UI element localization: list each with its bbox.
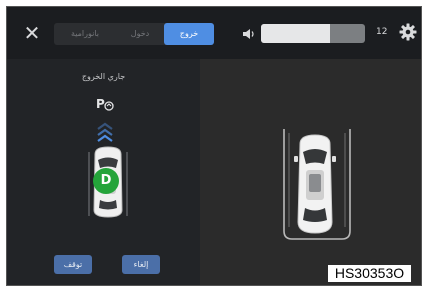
stop-button[interactable]: توقف — [54, 255, 92, 274]
tab-panoramic[interactable]: بانورامية — [54, 23, 116, 45]
tab-park-out[interactable]: خروج — [164, 23, 214, 45]
parking-screen: ✕ بانورامية دخول خروج 12 جاري الخروج P D… — [6, 6, 422, 286]
volume-value: 12 — [376, 27, 388, 37]
volume-slider[interactable] — [261, 24, 365, 43]
close-icon[interactable]: ✕ — [21, 22, 43, 44]
svg-text:P: P — [96, 97, 105, 111]
volume-level-fill — [261, 24, 330, 43]
gear-indicator: D — [93, 168, 119, 194]
top-bar: ✕ بانورامية دخول خروج 12 — [7, 7, 421, 59]
cancel-button[interactable]: إلغاء — [122, 255, 160, 274]
status-text: جاري الخروج — [81, 72, 126, 81]
gear-icon[interactable] — [399, 23, 417, 41]
chevron-up-icon — [97, 122, 113, 142]
camera-view — [200, 59, 421, 285]
figure-code-label: HS30353O — [328, 265, 411, 282]
car-top-view-icon — [294, 134, 336, 234]
speaker-icon[interactable] — [242, 28, 256, 40]
parking-status-panel: جاري الخروج P D توقف إلغاء — [7, 59, 200, 285]
tab-park-in[interactable]: دخول — [116, 23, 164, 45]
mode-tabs: بانورامية دخول خروج — [54, 23, 214, 45]
park-assist-icon: P — [96, 97, 114, 111]
